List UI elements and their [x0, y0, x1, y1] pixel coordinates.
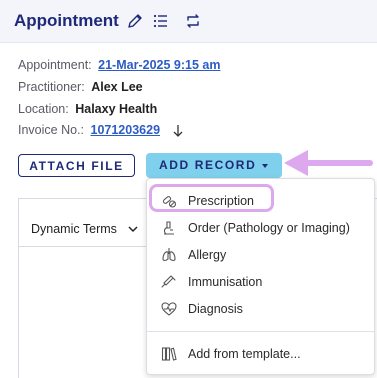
menu-item-allergy[interactable]: Allergy [147, 242, 374, 268]
dynamic-terms-label: Dynamic Terms [31, 222, 117, 236]
menu-item-diagnosis[interactable]: Diagnosis [147, 296, 374, 322]
attach-file-button[interactable]: ATTACH FILE [18, 154, 135, 177]
repeat-icon[interactable] [184, 12, 202, 30]
download-icon[interactable] [172, 124, 184, 138]
invoice-row: Invoice No.: 1071203629 [18, 123, 184, 138]
invoice-number-link[interactable]: 1071203629 [91, 123, 161, 137]
add-record-label: ADD RECORD [159, 158, 257, 172]
appointment-label: Appointment: [18, 58, 92, 72]
location-value: Halaxy Health [75, 102, 158, 116]
pointer-arrow-icon [284, 150, 373, 176]
heart-pulse-icon [161, 302, 177, 316]
practitioner-value: Alex Lee [91, 80, 143, 94]
prescription-highlight [149, 184, 274, 212]
invoice-label: Invoice No.: [18, 123, 85, 137]
menu-item-label: Order (Pathology or Imaging) [188, 221, 350, 235]
menu-item-order[interactable]: Order (Pathology or Imaging) [147, 215, 374, 241]
panel-header: Appointment [0, 0, 377, 43]
menu-item-label: Allergy [188, 248, 227, 262]
menu-item-label: Immunisation [188, 275, 263, 289]
pencil-icon[interactable] [126, 12, 144, 30]
dynamic-terms-dropdown[interactable]: Dynamic Terms [18, 210, 146, 247]
caret-down-icon [262, 163, 269, 168]
location-label: Location: [18, 102, 69, 116]
menu-item-immunisation[interactable]: Immunisation [147, 269, 374, 295]
add-record-button[interactable]: ADD RECORD [146, 153, 282, 178]
practitioner-row: Practitioner: Alex Lee [18, 80, 143, 94]
syringe-icon [161, 275, 176, 288]
menu-divider [147, 331, 374, 332]
microscope-icon [163, 221, 174, 235]
appointment-date-link[interactable]: 21-Mar-2025 9:15 am [98, 58, 220, 72]
list-icon[interactable] [152, 12, 170, 30]
practitioner-label: Practitioner: [18, 80, 85, 94]
page-title: Appointment [14, 11, 119, 30]
location-row: Location: Halaxy Health [18, 102, 157, 116]
chevron-down-icon [128, 226, 138, 233]
appointment-panel: Appointment Appointment: 21-Mar-2025 9:1… [0, 0, 377, 378]
menu-item-add-from-template[interactable]: Add from template... [147, 341, 374, 367]
appointment-row: Appointment: 21-Mar-2025 9:15 am [18, 58, 220, 72]
menu-item-label: Diagnosis [188, 302, 243, 316]
books-icon [161, 347, 177, 361]
lungs-icon [162, 248, 176, 262]
menu-item-label: Add from template... [188, 347, 301, 361]
